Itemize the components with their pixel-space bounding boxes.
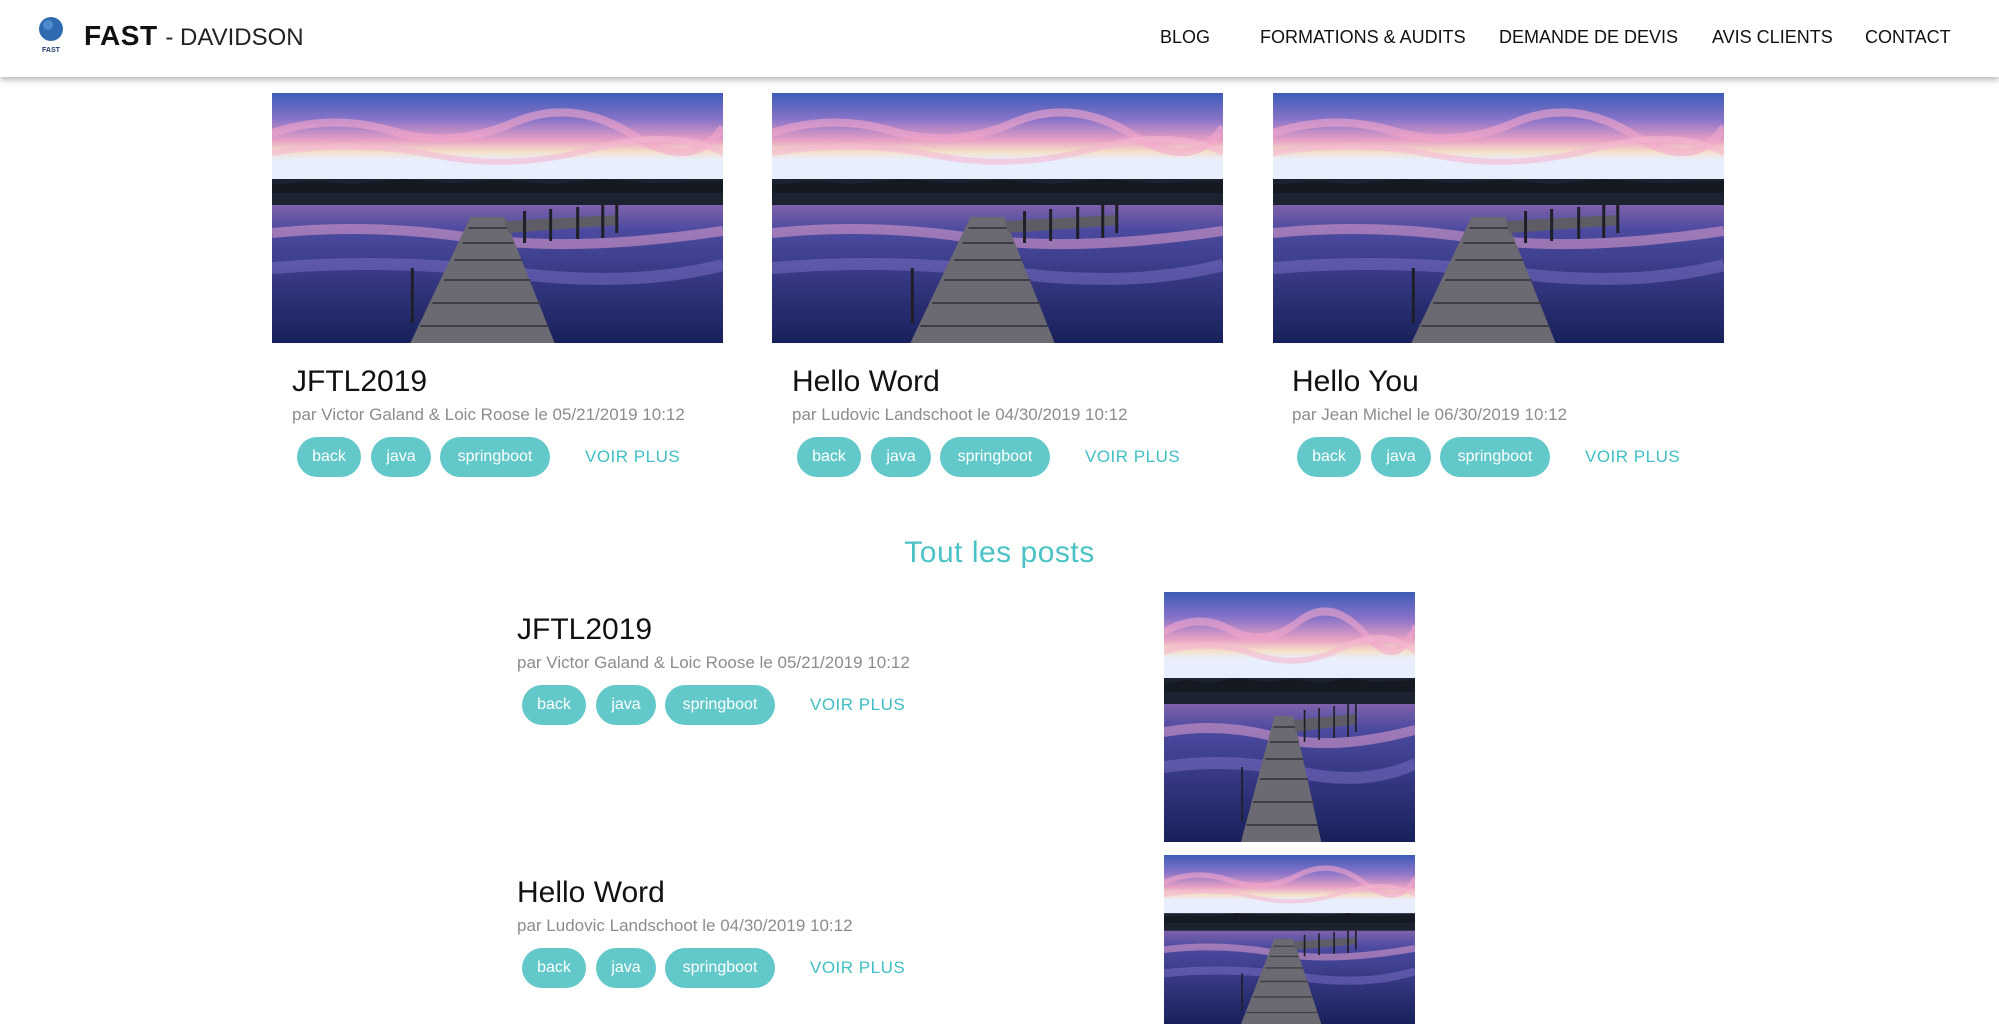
brand-sub: - DAVIDSON — [165, 24, 304, 51]
tag-springboot[interactable]: springboot — [1440, 437, 1550, 477]
nav-avis-clients[interactable]: AVIS CLIENTS — [1712, 26, 1833, 48]
tag-java[interactable]: java — [596, 948, 656, 988]
featured-post-image[interactable] — [772, 93, 1223, 343]
brand-name[interactable]: FAST - DAVIDSON — [84, 18, 304, 56]
voir-plus-link[interactable]: VOIR PLUS — [810, 957, 905, 979]
tag-back[interactable]: back — [522, 948, 586, 988]
post-title[interactable]: Hello Word — [517, 875, 665, 911]
featured-post-meta: par Jean Michel le 06/30/2019 10:12 — [1292, 405, 1568, 424]
tag-back[interactable]: back — [522, 685, 586, 725]
post-meta: par Victor Galand & Loic Roose le 05/21/… — [517, 653, 910, 672]
featured-post-title[interactable]: Hello You — [1292, 364, 1419, 400]
voir-plus-link[interactable]: VOIR PLUS — [810, 694, 905, 716]
tag-springboot[interactable]: springboot — [440, 437, 550, 477]
tag-java[interactable]: java — [1371, 437, 1431, 477]
nav-contact[interactable]: CONTACT — [1865, 26, 1951, 48]
nav-demande-de-devis[interactable]: DEMANDE DE DEVIS — [1499, 26, 1678, 48]
post-meta: par Ludovic Landschoot le 04/30/2019 10:… — [517, 916, 853, 935]
logo-text: FAST — [42, 47, 61, 54]
voir-plus-link[interactable]: VOIR PLUS — [1085, 446, 1180, 468]
nav-formations-audits[interactable]: FORMATIONS & AUDITS — [1260, 26, 1466, 48]
featured-post-meta: par Ludovic Landschoot le 04/30/2019 10:… — [792, 405, 1128, 424]
featured-post-image[interactable] — [1273, 93, 1724, 343]
site-header: FAST FAST - DAVIDSON BLOG FORMATIONS & A… — [0, 0, 1999, 77]
tag-back[interactable]: back — [1297, 437, 1361, 477]
tag-springboot[interactable]: springboot — [940, 437, 1050, 477]
tag-springboot[interactable]: springboot — [665, 685, 775, 725]
brand-main: FAST — [84, 20, 158, 51]
tag-back[interactable]: back — [797, 437, 861, 477]
post-title[interactable]: JFTL2019 — [517, 612, 652, 648]
featured-post-title[interactable]: Hello Word — [792, 364, 940, 400]
tag-java[interactable]: java — [871, 437, 931, 477]
tag-springboot[interactable]: springboot — [665, 948, 775, 988]
post-image[interactable] — [1164, 592, 1415, 842]
nav-blog[interactable]: BLOG — [1160, 26, 1210, 48]
post-image[interactable] — [1164, 855, 1415, 1024]
tag-java[interactable]: java — [371, 437, 431, 477]
featured-post-title[interactable]: JFTL2019 — [292, 364, 427, 400]
fast-logo-icon[interactable]: FAST — [36, 14, 66, 56]
section-title: Tout les posts — [904, 536, 1095, 569]
featured-post-meta: par Victor Galand & Loic Roose le 05/21/… — [292, 405, 685, 424]
voir-plus-link[interactable]: VOIR PLUS — [1585, 446, 1680, 468]
featured-post-image[interactable] — [272, 93, 723, 343]
tag-java[interactable]: java — [596, 685, 656, 725]
voir-plus-link[interactable]: VOIR PLUS — [585, 446, 680, 468]
tag-back[interactable]: back — [297, 437, 361, 477]
